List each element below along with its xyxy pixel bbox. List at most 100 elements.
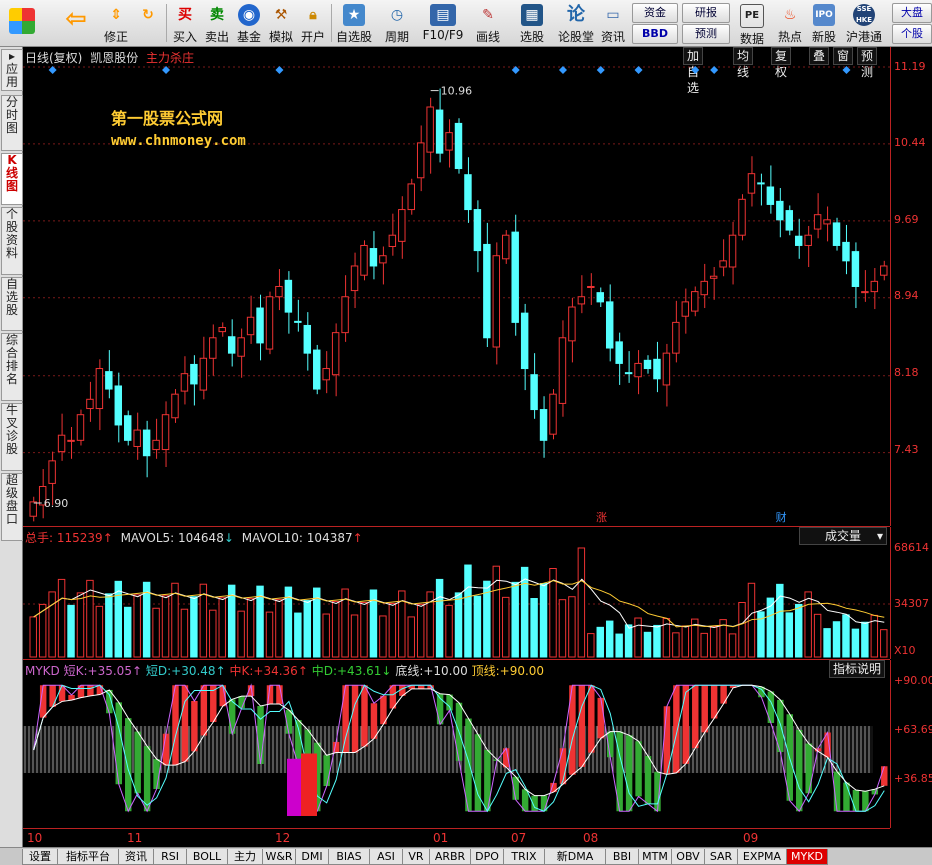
candle bbox=[227, 336, 236, 354]
simulate-button[interactable]: ⚒ 模拟 bbox=[266, 2, 296, 44]
candle bbox=[265, 296, 274, 350]
volume-bar bbox=[596, 626, 604, 658]
volume-bar bbox=[48, 591, 56, 658]
tab-intraday[interactable]: 分时图 bbox=[1, 95, 23, 151]
indicator-tab-14[interactable]: 新DMA bbox=[544, 849, 606, 865]
indicator-tab-5[interactable]: 主力 bbox=[227, 849, 263, 865]
candle bbox=[492, 255, 501, 348]
indicator-tab-6[interactable]: W&R bbox=[262, 849, 296, 865]
indicator-tab-18[interactable]: SAR bbox=[704, 849, 738, 865]
indicator-tab-7[interactable]: DMI bbox=[295, 849, 329, 865]
candle bbox=[209, 337, 217, 359]
windows-button[interactable] bbox=[2, 2, 42, 44]
mykd-panel[interactable]: MYKD 短K:+35.05↑ 短D:+30.48↑ 中K:+34.36↑ 中D… bbox=[23, 660, 890, 828]
candle bbox=[747, 173, 756, 194]
ipo-button[interactable]: IPO 新股 bbox=[808, 2, 840, 44]
forum-icon: 论 bbox=[567, 4, 585, 25]
indicator-tab-10[interactable]: VR bbox=[402, 849, 430, 865]
tab-watchlist[interactable]: 自选股 bbox=[1, 277, 23, 331]
candle bbox=[880, 265, 888, 276]
stock-screen-button[interactable]: ▦ 选股 bbox=[512, 2, 552, 44]
indicator-tab-11[interactable]: ARBR bbox=[429, 849, 471, 865]
forum-button[interactable]: 论 论股堂 bbox=[556, 2, 596, 44]
period-button[interactable]: ◷ 周期 bbox=[378, 2, 416, 44]
indicator-tab-20[interactable]: MYKD bbox=[786, 849, 828, 865]
candle bbox=[624, 372, 633, 375]
tab-diagnosis[interactable]: 牛叉诊股 bbox=[1, 403, 23, 471]
candle bbox=[350, 265, 359, 292]
candle bbox=[218, 327, 226, 333]
indicator-tab-15[interactable]: BBI bbox=[605, 849, 639, 865]
volume-bar bbox=[624, 624, 633, 658]
volume-bar bbox=[331, 601, 340, 658]
watermark-title: 第一股票公式网 bbox=[111, 109, 224, 128]
windows-icon bbox=[9, 8, 35, 34]
tab-apps[interactable]: ▸ 应用 bbox=[1, 49, 23, 91]
research-button[interactable]: 研报 bbox=[682, 3, 730, 23]
indicator-tab-4[interactable]: BOLL bbox=[186, 849, 228, 865]
date-tick: 09 bbox=[743, 831, 759, 845]
refresh-button[interactable]: ↻ bbox=[134, 2, 162, 44]
bbd-button[interactable]: BBD bbox=[632, 24, 678, 44]
indicator-tab-1[interactable]: 指标平台 bbox=[57, 849, 119, 865]
candle bbox=[48, 460, 56, 484]
sell-icon: 卖 bbox=[210, 7, 224, 23]
f10-button[interactable]: ▤ F10/F9 bbox=[420, 2, 466, 44]
capital-button[interactable]: 资金 bbox=[632, 3, 678, 23]
indicator-tab-8[interactable]: BIAS bbox=[328, 849, 370, 865]
forecast-button[interactable]: 预测 bbox=[682, 24, 730, 44]
volume-bar bbox=[133, 594, 141, 658]
hot-button[interactable]: ♨ 热点 bbox=[774, 2, 806, 44]
market-button[interactable]: 大盘 bbox=[892, 3, 932, 23]
fund-button[interactable]: ◉ 基金 bbox=[234, 2, 264, 44]
forum-label: 论股堂 bbox=[557, 30, 594, 44]
candle bbox=[360, 244, 368, 276]
indicator-tab-17[interactable]: OBV bbox=[671, 849, 705, 865]
data-button[interactable]: PE 数据 bbox=[734, 2, 770, 46]
kline-panel[interactable]: 日线(复权) 凯恩股份 主力杀庄 加自选均线复权叠窗预测⇥ ▾ 10.966.9… bbox=[23, 47, 914, 527]
indicator-tab-19[interactable]: EXPMA bbox=[737, 849, 787, 865]
candle bbox=[464, 174, 472, 211]
sell-button[interactable]: 卖 卖出 bbox=[202, 2, 232, 44]
indicator-tab-0[interactable]: 设置 bbox=[22, 849, 58, 865]
candle bbox=[86, 398, 94, 410]
info-button[interactable]: ▭ 资讯 bbox=[598, 2, 628, 44]
pen-icon: ✎ bbox=[482, 7, 494, 23]
indicator-tab-13[interactable]: TRIX bbox=[503, 849, 545, 865]
candle bbox=[558, 337, 567, 404]
tab-watchlist-label: 自选股 bbox=[5, 277, 18, 317]
sh-hk-connect-button[interactable]: SSE HKE 沪港通 bbox=[842, 2, 886, 44]
fix-button[interactable]: ⇕ 修正 bbox=[100, 2, 132, 44]
candle bbox=[303, 324, 312, 354]
open-account-button[interactable]: 🔒︎ 开户 bbox=[298, 2, 328, 44]
tab-ranking[interactable]: 综合排名 bbox=[1, 333, 23, 401]
hot-icon: ♨ bbox=[783, 7, 797, 23]
indicator-tab-2[interactable]: 资讯 bbox=[118, 849, 154, 865]
tab-kline[interactable]: K线图 bbox=[1, 153, 23, 205]
tab-stock-profile[interactable]: 个股资料 bbox=[1, 207, 23, 275]
stock-button[interactable]: 个股 bbox=[892, 24, 932, 44]
draw-line-button[interactable]: ✎ 画线 bbox=[468, 2, 508, 44]
pe-icon: PE bbox=[740, 4, 764, 28]
candle bbox=[681, 301, 690, 317]
indicator-tab-9[interactable]: ASI bbox=[369, 849, 403, 865]
back-button[interactable]: ⇦ bbox=[56, 2, 96, 44]
watchlist-button[interactable]: ★ 自选股 bbox=[334, 2, 374, 44]
volume-panel[interactable]: 总手: 115239↑ MAVOL5: 104648↓ MAVOL10: 104… bbox=[23, 527, 890, 660]
ipo-label: 新股 bbox=[811, 30, 836, 44]
indicator-tab-3[interactable]: RSI bbox=[153, 849, 187, 865]
candle bbox=[95, 368, 104, 410]
indicator-tab-16[interactable]: MTM bbox=[638, 849, 672, 865]
candle bbox=[776, 200, 784, 221]
volume-bar bbox=[322, 613, 330, 658]
candle bbox=[114, 385, 123, 426]
buy-button[interactable]: 买 买入 bbox=[170, 2, 200, 44]
candle bbox=[398, 209, 406, 242]
volume-bar bbox=[416, 603, 425, 658]
indicator-tab-12[interactable]: DPO bbox=[470, 849, 504, 865]
candle bbox=[105, 371, 113, 390]
tab-level2[interactable]: 超级盘口 bbox=[1, 473, 23, 541]
candle bbox=[454, 122, 463, 170]
date-tick: 01 bbox=[433, 831, 449, 845]
candle bbox=[794, 235, 803, 246]
